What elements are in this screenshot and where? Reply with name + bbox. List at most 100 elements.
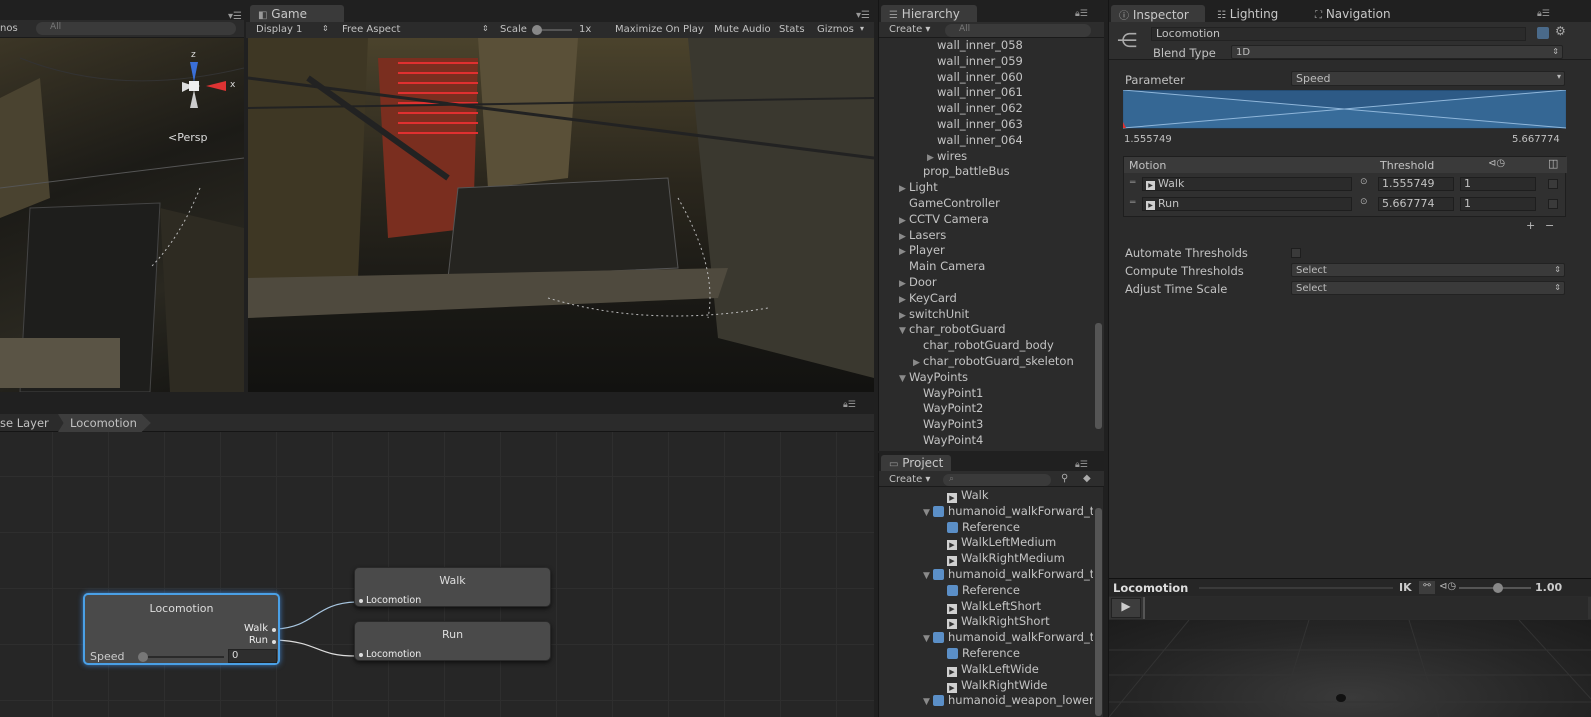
tree-item[interactable]: ▶ wires <box>927 149 967 165</box>
animator-graph[interactable]: Locomotion Walk Run Speed 0 Walk Locomot… <box>0 432 874 717</box>
tree-item[interactable]: ▶ WalkRightMedium <box>937 551 1065 567</box>
tree-item[interactable]: ▼ humanoid_weapon_lower <box>923 693 1093 709</box>
tree-item[interactable]: prop_battleBus <box>913 164 1010 180</box>
preview-timeline[interactable]: ▶ <box>1109 597 1591 619</box>
blend-tree-name-input[interactable]: Locomotion <box>1151 27 1526 41</box>
game-panel-menu-icon[interactable]: ▾☰ <box>856 10 870 21</box>
tree-item[interactable]: ▶ char_robotGuard_skeleton <box>913 354 1074 370</box>
run-clip-node[interactable]: Run Locomotion <box>354 621 551 661</box>
tree-item[interactable]: wall_inner_058 <box>927 38 1023 54</box>
drag-handle-icon[interactable]: ═ <box>1130 198 1135 208</box>
motion-row[interactable]: ═ ▶ Walk ⊙ 1.555749 1 <box>1124 175 1567 195</box>
blend-param-slider[interactable] <box>138 652 224 662</box>
hierarchy-search-input[interactable]: All <box>945 24 1091 37</box>
settings-gear-icon[interactable]: ⚙ <box>1555 24 1566 38</box>
collapsed-arrow-icon[interactable]: ▶ <box>899 216 909 226</box>
ik-toggle[interactable]: IK <box>1399 581 1412 594</box>
threshold-input[interactable]: 5.667774 <box>1378 197 1454 211</box>
collapsed-arrow-icon[interactable]: ▶ <box>899 247 909 257</box>
filter-type-icon[interactable]: ⚲ <box>1061 473 1068 484</box>
tree-item[interactable]: ▼ humanoid_walkForward_tu <box>923 504 1093 520</box>
drag-handle-icon[interactable]: ═ <box>1130 178 1135 188</box>
gizmos-button[interactable]: Gizmos <box>817 24 854 35</box>
threshold-input[interactable]: 1.555749 <box>1378 177 1454 191</box>
scale-slider-thumb[interactable] <box>532 25 542 35</box>
parameter-dropdown[interactable]: Speed ▾ <box>1291 71 1565 86</box>
tree-item[interactable]: wall_inner_061 <box>927 85 1023 101</box>
remove-motion-button[interactable]: − <box>1545 219 1554 232</box>
input-port-icon[interactable] <box>359 653 363 657</box>
blend-graph[interactable] <box>1123 90 1566 130</box>
tree-item[interactable]: wall_inner_062 <box>927 101 1023 117</box>
hierarchy-scrollbar[interactable] <box>1093 38 1104 451</box>
tab-game[interactable]: ◧ Game <box>250 5 344 23</box>
tree-item[interactable]: Main Camera <box>899 259 985 275</box>
mirror-checkbox[interactable] <box>1548 199 1558 209</box>
maximize-on-play-button[interactable]: Maximize On Play <box>615 24 704 35</box>
scene-viewport[interactable]: z x <Persp <box>0 38 244 392</box>
hierarchy-lock-icon[interactable]: 🔒︎☰ <box>1075 9 1088 19</box>
hierarchy-create-button[interactable]: Create ▾ <box>889 24 930 35</box>
tree-item[interactable]: WayPoint2 <box>913 401 983 417</box>
tree-item[interactable]: ▶ Light <box>899 180 938 196</box>
pivot-toggle-icon[interactable]: ⚯ <box>1419 581 1435 594</box>
mute-audio-button[interactable]: Mute Audio <box>714 24 771 35</box>
compute-thresholds-dropdown[interactable]: Select ⇕ <box>1291 263 1565 277</box>
tree-item[interactable]: ▶ Player <box>899 243 945 259</box>
scale-slider[interactable] <box>532 25 572 35</box>
tree-item[interactable]: ▼ humanoid_walkForward_tu <box>923 630 1093 646</box>
tree-item[interactable]: ▶ switchUnit <box>899 307 969 323</box>
expanded-arrow-icon[interactable]: ▼ <box>923 697 933 707</box>
game-viewport[interactable] <box>248 38 874 392</box>
tree-item[interactable]: ▶ Door <box>899 275 937 291</box>
walk-clip-node[interactable]: Walk Locomotion <box>354 567 551 607</box>
panel-menu-icon[interactable]: ▾☰ <box>228 11 242 22</box>
collapsed-arrow-icon[interactable]: ▶ <box>899 279 909 289</box>
slider-thumb[interactable] <box>1493 583 1503 593</box>
expanded-arrow-icon[interactable]: ▼ <box>899 326 909 336</box>
tab-lighting[interactable]: ☷ Lighting <box>1209 5 1305 23</box>
collapsed-arrow-icon[interactable]: ▶ <box>899 311 909 321</box>
timeline-track[interactable] <box>1143 597 1588 619</box>
scrollbar-thumb[interactable] <box>1095 323 1102 429</box>
time-scale-input[interactable]: 1 <box>1460 197 1536 211</box>
motion-field[interactable]: ▶ Run <box>1142 197 1352 211</box>
tab-navigation[interactable]: ⛶ Navigation <box>1307 5 1417 23</box>
tree-item[interactable]: Reference <box>937 646 1020 662</box>
breadcrumb-item-locomotion[interactable]: Locomotion <box>58 414 151 432</box>
gizmos-dropdown-arrow-icon[interactable]: ▾ <box>860 24 864 33</box>
tree-item[interactable]: wall_inner_060 <box>927 70 1023 86</box>
tree-item[interactable]: ▶ Lasers <box>899 228 946 244</box>
output-port-icon[interactable] <box>272 640 276 644</box>
tree-item[interactable]: WayPoint1 <box>913 386 983 402</box>
tree-item[interactable]: ▼ char_robotGuard <box>899 322 1006 338</box>
input-port-icon[interactable] <box>359 599 363 603</box>
stats-button[interactable]: Stats <box>779 24 805 35</box>
blend-param-value[interactable]: 0 <box>228 649 277 663</box>
tree-item[interactable]: char_robotGuard_body <box>913 338 1054 354</box>
project-search-input[interactable]: ⌕ <box>943 474 1051 486</box>
automate-thresholds-checkbox[interactable] <box>1291 248 1301 258</box>
scrollbar-thumb[interactable] <box>1095 508 1102 716</box>
tree-item[interactable]: wall_inner_059 <box>927 54 1023 70</box>
blend-type-dropdown[interactable]: 1D ⇕ <box>1231 45 1563 59</box>
tree-item[interactable]: ▶ CCTV Camera <box>899 212 989 228</box>
expanded-arrow-icon[interactable]: ▼ <box>923 508 933 518</box>
tree-item[interactable]: ▶ WalkRightWide <box>937 678 1048 694</box>
persp-label[interactable]: <Persp <box>168 131 207 144</box>
tab-hierarchy[interactable]: ☰ Hierarchy <box>881 5 977 23</box>
object-picker-icon[interactable]: ⊙ <box>1360 197 1368 207</box>
project-lock-icon[interactable]: 🔒︎☰ <box>1075 460 1088 470</box>
project-create-button[interactable]: Create ▾ <box>889 474 930 485</box>
tree-item[interactable]: ▶ Walk <box>937 488 989 504</box>
tree-item[interactable]: ▶ WalkRightShort <box>937 614 1050 630</box>
tree-item[interactable]: ▶ WalkLeftWide <box>937 662 1039 678</box>
filter-label-icon[interactable]: ◆ <box>1083 473 1091 484</box>
tree-item[interactable]: ▼ humanoid_walkForward_tu <box>923 567 1093 583</box>
scene-search-input[interactable]: All <box>36 22 236 35</box>
mirror-checkbox[interactable] <box>1548 179 1558 189</box>
add-motion-button[interactable]: + <box>1526 219 1535 232</box>
expanded-arrow-icon[interactable]: ▼ <box>923 634 933 644</box>
collapsed-arrow-icon[interactable]: ▶ <box>899 184 909 194</box>
tree-item[interactable]: WayPoint3 <box>913 417 983 433</box>
